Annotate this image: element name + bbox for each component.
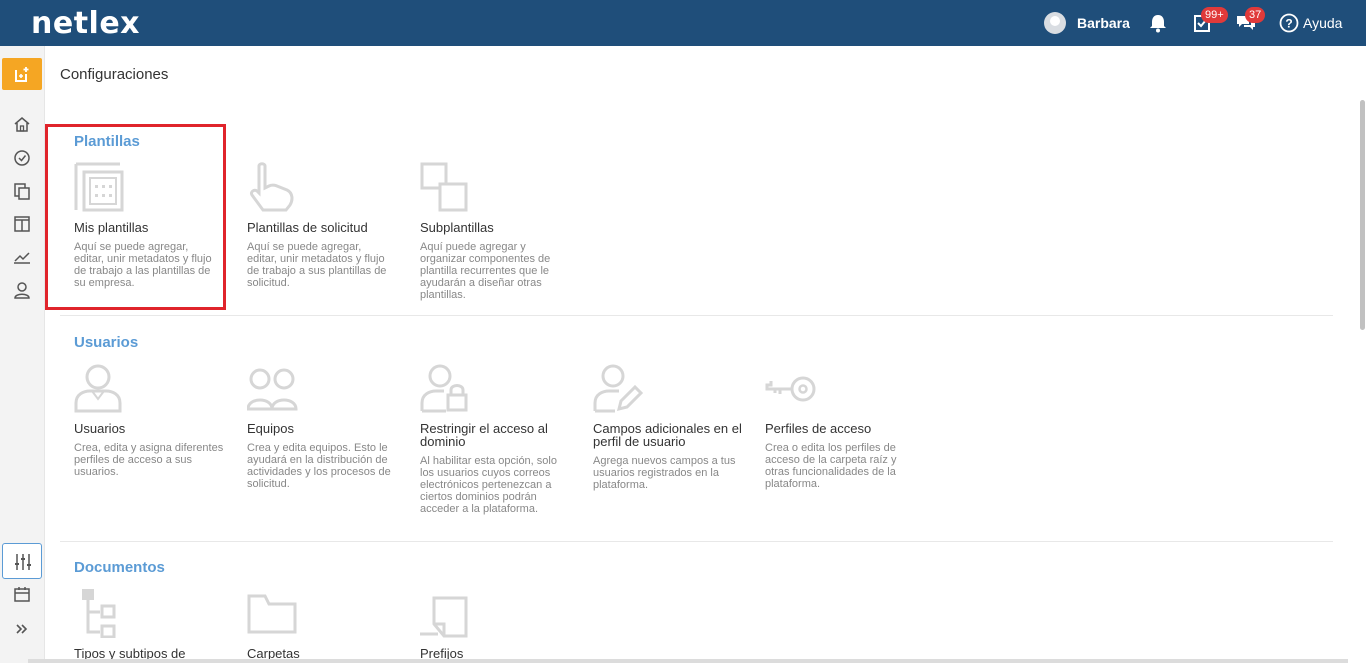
home-icon[interactable] — [11, 114, 33, 136]
bell-icon[interactable] — [1147, 12, 1169, 34]
card-description: Agrega nuevos campos a tus usuarios regi… — [593, 455, 736, 491]
user-name[interactable]: Barbara — [1077, 15, 1130, 31]
prefix-icon — [420, 596, 468, 638]
card-title: Plantillas de solicitud — [247, 220, 368, 235]
folder-icon — [247, 594, 297, 634]
section-title-documentos: Documentos — [74, 559, 165, 576]
card-title: Restringir el acceso al dominio — [420, 421, 548, 449]
key-icon — [765, 376, 816, 402]
card-description: Crea o edita los perfiles de acceso de l… — [765, 442, 897, 490]
svg-text:?: ? — [1285, 17, 1292, 31]
card-carpetas[interactable]: Carpetas — [247, 588, 407, 660]
user-edit-icon — [593, 364, 644, 413]
card-perfiles-acceso[interactable]: Perfiles de acceso Crea o edita los perf… — [765, 363, 925, 490]
hand-pointer-icon — [250, 162, 294, 212]
messages-badge: 37 — [1245, 7, 1266, 23]
page-title: Configuraciones — [60, 66, 169, 83]
card-description: Aquí se puede agregar, editar, unir meta… — [74, 241, 212, 289]
card-title: Perfiles de acceso — [765, 421, 872, 436]
dashboard-icon[interactable] — [11, 147, 33, 169]
subtemplates-icon — [420, 162, 468, 212]
new-item-button[interactable] — [2, 58, 42, 90]
card-plantillas-solicitud[interactable]: Plantillas de solicitud Aquí se puede ag… — [247, 162, 407, 289]
card-campos-adicionales[interactable]: Campos adicionales en el perfil de usuar… — [593, 363, 753, 491]
tasks-badge: 99+ — [1201, 7, 1228, 23]
section-divider — [60, 541, 1333, 542]
card-description: Crea y edita equipos. Esto le ayudará en… — [247, 442, 391, 490]
card-description: Al habilitar esta opción, solo los usuar… — [420, 455, 557, 515]
user-icon[interactable] — [11, 279, 33, 301]
card-mis-plantillas[interactable]: Mis plantillas Aquí se puede agregar, ed… — [74, 162, 234, 289]
card-tipos-subtipos[interactable]: Tipos y subtipos de — [74, 588, 234, 660]
settings-button[interactable] — [2, 543, 42, 579]
card-usuarios[interactable]: Usuarios Crea, edita y asigna diferentes… — [74, 363, 234, 478]
help-label[interactable]: Ayuda — [1303, 15, 1342, 31]
sliders-icon — [15, 554, 31, 570]
card-description: Aquí puede agregar y organizar component… — [420, 241, 551, 301]
card-title: Usuarios — [74, 421, 126, 436]
card-equipos[interactable]: Equipos Crea y edita equipos. Esto le ay… — [246, 363, 407, 490]
documents-icon[interactable] — [11, 180, 33, 202]
user-icon — [74, 364, 122, 413]
templates-icon — [74, 162, 124, 212]
horizontal-scrollbar[interactable] — [28, 659, 1348, 663]
card-description: Crea, edita y asigna diferentes perfiles… — [74, 442, 224, 478]
vertical-scrollbar[interactable] — [1360, 100, 1365, 330]
card-title: Mis plantillas — [74, 220, 149, 235]
hierarchy-icon — [82, 589, 116, 639]
card-subplantillas[interactable]: Subplantillas Aquí puede agregar y organ… — [420, 162, 580, 301]
card-title: Equipos — [247, 421, 294, 436]
card-title: Subplantillas — [420, 220, 494, 235]
card-restringir-acceso[interactable]: Restringir el acceso al dominio Al habil… — [420, 363, 580, 515]
section-divider — [60, 315, 1333, 316]
netlex-logo[interactable]: netlex — [31, 6, 140, 41]
help-icon[interactable]: ? — [1279, 13, 1299, 33]
card-prefijos[interactable]: Prefijos — [420, 588, 580, 660]
user-lock-icon — [420, 364, 468, 413]
team-icon — [246, 368, 298, 411]
user-avatar[interactable] — [1044, 12, 1066, 34]
sidebar — [0, 46, 45, 663]
card-title: Campos adicionales en el perfil de usuar… — [593, 421, 742, 449]
expand-sidebar-icon[interactable] — [11, 618, 33, 640]
calendar-icon[interactable] — [11, 584, 33, 606]
reports-icon[interactable] — [11, 246, 33, 268]
top-bar: netlex Barbara 99+ 37 ? Ayuda — [0, 0, 1366, 46]
board-icon[interactable] — [11, 213, 33, 235]
section-title-usuarios: Usuarios — [74, 334, 139, 351]
add-document-icon — [15, 67, 29, 82]
card-description: Aquí se puede agregar, editar, unir meta… — [247, 241, 387, 289]
